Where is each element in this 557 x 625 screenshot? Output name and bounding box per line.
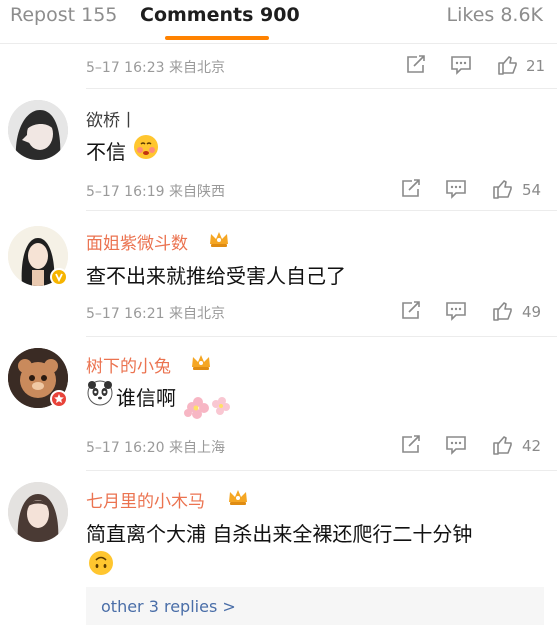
like-icon[interactable] (496, 54, 520, 76)
comment-text: 谁信啊 (116, 386, 176, 410)
star-icon (54, 394, 64, 403)
more-replies-link[interactable]: other 3 replies > (101, 597, 236, 616)
tab-comments[interactable]: Comments 900 (140, 4, 300, 26)
like-count: 54 (522, 181, 542, 199)
tab-repost[interactable]: Repost 155 (10, 4, 117, 26)
repost-icon[interactable] (399, 178, 423, 200)
comment-timestamp: 5–17 16:19 来自陕西 (86, 184, 225, 200)
replies-box: other 3 replies > (86, 587, 544, 625)
comment-actions-row: 5–17 16:20 来自上海 42 (86, 434, 556, 460)
comment-icon[interactable] (449, 54, 473, 76)
repost-icon[interactable] (399, 434, 423, 456)
comment-icon[interactable] (444, 178, 468, 200)
comment-username[interactable]: 树下的小兔 (86, 352, 171, 377)
active-tab-indicator (165, 36, 269, 40)
divider (86, 88, 557, 89)
avatar-image (8, 100, 68, 160)
like-icon[interactable] (491, 434, 515, 456)
like-icon[interactable] (491, 178, 515, 200)
comment-actions-row: 5–17 16:23 来自北京 21 (86, 54, 556, 80)
avatar[interactable] (8, 482, 68, 542)
comment-text: 简直离个大浦 自杀出来全裸还爬行二十分钟 (86, 522, 473, 546)
comment-timestamp: 5–17 16:21 来自北京 (86, 306, 225, 322)
comment-username[interactable]: 面姐紫微斗数 (86, 229, 188, 254)
comment-username[interactable]: 七月里的小木马 (86, 487, 205, 512)
divider (86, 470, 557, 471)
repost-icon[interactable] (404, 54, 428, 76)
verified-badge (50, 390, 68, 408)
repost-icon[interactable] (399, 300, 423, 322)
verified-badge (50, 268, 68, 286)
comment-timestamp: 5–17 16:23 来自北京 (86, 60, 225, 76)
crown-icon (192, 355, 210, 370)
flower-sticker-icon (184, 397, 230, 419)
divider (0, 43, 557, 44)
like-count: 21 (526, 57, 546, 75)
like-count: 49 (522, 303, 542, 321)
comment-icon[interactable] (444, 434, 468, 456)
divider (86, 210, 557, 211)
blushing-face-emoji (134, 135, 158, 159)
avatar[interactable] (8, 100, 68, 160)
panda-emoji (87, 380, 113, 406)
like-icon[interactable] (491, 300, 515, 322)
crown-icon (229, 490, 247, 505)
comment-text: 不信 (86, 140, 126, 164)
avatar-image (8, 482, 68, 542)
verified-icon (55, 273, 63, 283)
comment-timestamp: 5–17 16:20 来自上海 (86, 440, 225, 456)
comment-actions-row: 5–17 16:21 来自北京 49 (86, 300, 556, 326)
divider (86, 336, 557, 337)
comment-tabs: Repost 155 Comments 900 Likes 8.6K (0, 0, 557, 44)
comment-text: 查不出来就推给受害人自己了 (86, 264, 346, 288)
crown-icon (210, 232, 228, 247)
comment-username[interactable]: 欲桥丨 (86, 106, 137, 131)
like-count: 42 (522, 437, 542, 455)
upside-down-face-emoji (89, 551, 113, 575)
comment-icon[interactable] (444, 300, 468, 322)
comment-actions-row: 5–17 16:19 来自陕西 54 (86, 178, 556, 204)
tab-likes[interactable]: Likes 8.6K (447, 4, 544, 26)
